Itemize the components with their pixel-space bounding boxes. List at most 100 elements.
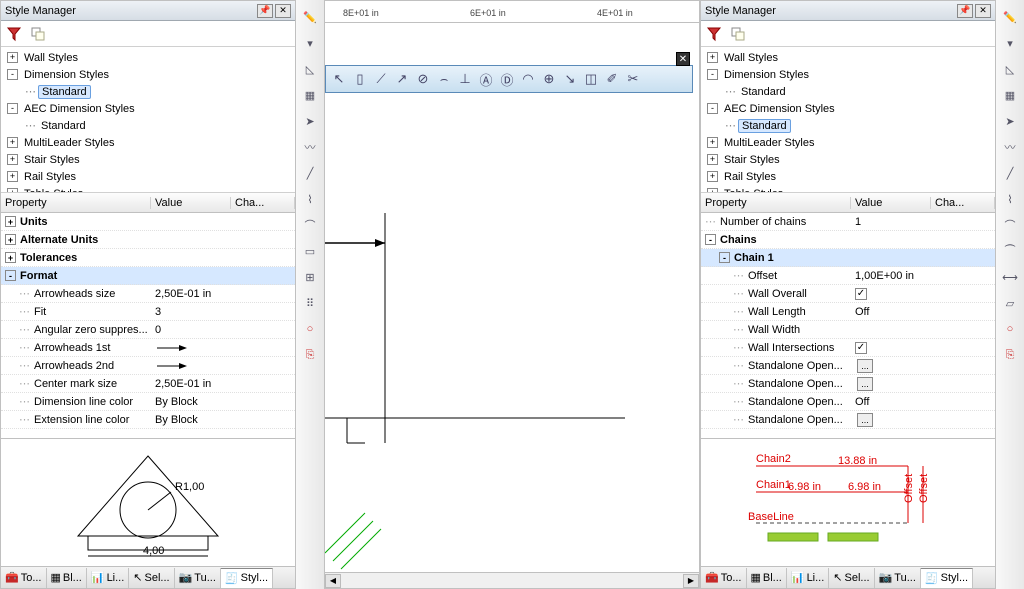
dim-icon[interactable]: ⟷: [999, 266, 1021, 288]
tree-toggle-icon[interactable]: +: [707, 137, 718, 148]
drawing-canvas[interactable]: 8E+01 in 6E+01 in 4E+01 in ✕ ↖ ▯ ⟋ ↗ ⊘ ⌢…: [324, 0, 700, 589]
line-icon[interactable]: ╱: [999, 162, 1021, 184]
property-grid-right[interactable]: ⋯Number of chains1-Chains-Chain 1⋯Offset…: [701, 213, 995, 438]
property-row[interactable]: ⋯Standalone Open......: [701, 411, 995, 429]
tree-item[interactable]: +Wall Styles: [701, 49, 995, 66]
prop-value[interactable]: By Block: [151, 396, 295, 408]
col-changed[interactable]: Cha...: [231, 197, 295, 209]
close-icon[interactable]: ✕: [275, 4, 291, 18]
pencil-icon[interactable]: ✏️: [999, 6, 1021, 28]
dots-icon[interactable]: ⠿: [299, 292, 321, 314]
tree-item[interactable]: ⋯Standard: [701, 117, 995, 134]
prop-value[interactable]: 0: [151, 324, 295, 336]
bottom-tab[interactable]: 📷Tu...: [175, 568, 221, 588]
prop-toggle-icon[interactable]: +: [5, 252, 16, 263]
col-changed[interactable]: Cha...: [931, 197, 995, 209]
bottom-tab[interactable]: ▦Bl...: [47, 568, 87, 588]
property-row[interactable]: ⋯Fit3: [1, 303, 295, 321]
bottom-tab[interactable]: 📊Li...: [787, 568, 829, 588]
curve-icon[interactable]: ⏜: [999, 240, 1021, 262]
prop-toggle-icon[interactable]: -: [705, 234, 716, 245]
prop-value[interactable]: ...: [851, 413, 995, 427]
property-row[interactable]: ⋯Standalone Open......: [701, 357, 995, 375]
prop-value[interactable]: 2,50E-01 in: [151, 378, 295, 390]
property-row[interactable]: ⋯Angular zero suppres...0: [1, 321, 295, 339]
prop-value[interactable]: Off: [851, 396, 995, 408]
filter-icon[interactable]: [5, 25, 23, 43]
tree-toggle-icon[interactable]: +: [7, 52, 18, 63]
tree-item[interactable]: +Wall Styles: [1, 49, 295, 66]
tree-item[interactable]: +MultiLeader Styles: [701, 134, 995, 151]
checkbox-icon[interactable]: ✓: [855, 288, 867, 300]
chevron-down-icon[interactable]: ▾: [999, 32, 1021, 54]
col-property[interactable]: Property: [1, 197, 151, 209]
export-icon[interactable]: ⎘: [999, 344, 1021, 366]
tree-label[interactable]: Rail Styles: [721, 171, 779, 183]
property-row[interactable]: +Alternate Units: [1, 231, 295, 249]
col-value[interactable]: Value: [851, 197, 931, 209]
prop-toggle-icon[interactable]: -: [5, 270, 16, 281]
pin-icon[interactable]: 📌: [257, 4, 273, 18]
scroll-right-icon[interactable]: ▶: [683, 574, 699, 588]
prop-value[interactable]: ✓: [851, 287, 995, 300]
cursor-icon[interactable]: ➤: [999, 110, 1021, 132]
tree-toggle-icon[interactable]: -: [707, 103, 718, 114]
property-row[interactable]: ⋯Arrowheads 1st: [1, 339, 295, 357]
prop-value[interactable]: ...: [851, 377, 995, 391]
tree-label[interactable]: Standard: [738, 119, 791, 133]
copy-style-icon[interactable]: [729, 25, 747, 43]
property-row[interactable]: ⋯Arrowheads size2,50E-01 in: [1, 285, 295, 303]
tree-item[interactable]: +Rail Styles: [701, 168, 995, 185]
prop-value[interactable]: [151, 361, 295, 371]
scroll-left-icon[interactable]: ◀: [325, 574, 341, 588]
tree-item[interactable]: ⋯Standard: [701, 83, 995, 100]
shape-icon[interactable]: ▱: [999, 292, 1021, 314]
property-row[interactable]: ⋯Wall Width: [701, 321, 995, 339]
tree-label[interactable]: Standard: [738, 86, 789, 98]
tree-item[interactable]: +MultiLeader Styles: [1, 134, 295, 151]
col-value[interactable]: Value: [151, 197, 231, 209]
bottom-tab[interactable]: 🧾Styl...: [921, 568, 973, 588]
triangle-icon[interactable]: ◺: [299, 58, 321, 80]
tree-label[interactable]: Wall Styles: [21, 52, 81, 64]
line-icon[interactable]: ╱: [299, 162, 321, 184]
circle-icon[interactable]: ○: [299, 318, 321, 340]
tree-label[interactable]: Rail Styles: [21, 171, 79, 183]
property-row[interactable]: +Tolerances: [1, 249, 295, 267]
square-icon[interactable]: ▭: [299, 240, 321, 262]
grid2-icon[interactable]: ⊞: [299, 266, 321, 288]
tree-item[interactable]: +Table Styles: [701, 185, 995, 193]
tree-item[interactable]: -Dimension Styles: [701, 66, 995, 83]
property-row[interactable]: ⋯Extension line colorBy Block: [1, 411, 295, 429]
export-icon[interactable]: ⎘: [299, 344, 321, 366]
prop-value[interactable]: [151, 343, 295, 353]
bottom-tab[interactable]: 🧰To...: [701, 568, 747, 588]
tree-toggle-icon[interactable]: +: [707, 154, 718, 165]
tree-item[interactable]: -AEC Dimension Styles: [1, 100, 295, 117]
tree-item[interactable]: +Stair Styles: [1, 151, 295, 168]
property-row[interactable]: ⋯Dimension line colorBy Block: [1, 393, 295, 411]
canvas[interactable]: ✕ ↖ ▯ ⟋ ↗ ⊘ ⌢ ⊥ Ⓐ Ⓓ ◠ ⊕ ↘ ◫ ✐ ✂: [325, 23, 699, 572]
cursor-icon[interactable]: ➤: [299, 110, 321, 132]
tree-toggle-icon[interactable]: -: [707, 69, 718, 80]
tree-toggle-icon[interactable]: +: [7, 137, 18, 148]
property-row[interactable]: ⋯Wall Overall✓: [701, 285, 995, 303]
tree-item[interactable]: +Stair Styles: [701, 151, 995, 168]
prop-toggle-icon[interactable]: +: [5, 216, 16, 227]
property-row[interactable]: -Chain 1: [701, 249, 995, 267]
property-row[interactable]: -Chains: [701, 231, 995, 249]
tree-toggle-icon[interactable]: -: [7, 69, 18, 80]
prop-value[interactable]: 3: [151, 306, 295, 318]
tree-item[interactable]: +Rail Styles: [1, 168, 295, 185]
bottom-tab[interactable]: ↖Sel...: [129, 568, 174, 588]
grid-icon[interactable]: ▦: [299, 84, 321, 106]
style-tree-left[interactable]: +Wall Styles-Dimension Styles⋯Standard-A…: [1, 47, 295, 193]
tree-item[interactable]: ⋯Standard: [1, 83, 295, 100]
ellipsis-button[interactable]: ...: [857, 377, 873, 391]
property-row[interactable]: ⋯Standalone Open......: [701, 375, 995, 393]
tree-item[interactable]: -Dimension Styles: [1, 66, 295, 83]
tree-toggle-icon[interactable]: +: [707, 52, 718, 63]
bottom-tab[interactable]: ▦Bl...: [747, 568, 787, 588]
tree-toggle-icon[interactable]: -: [7, 103, 18, 114]
prop-value[interactable]: 1,00E+00 in: [851, 270, 995, 282]
